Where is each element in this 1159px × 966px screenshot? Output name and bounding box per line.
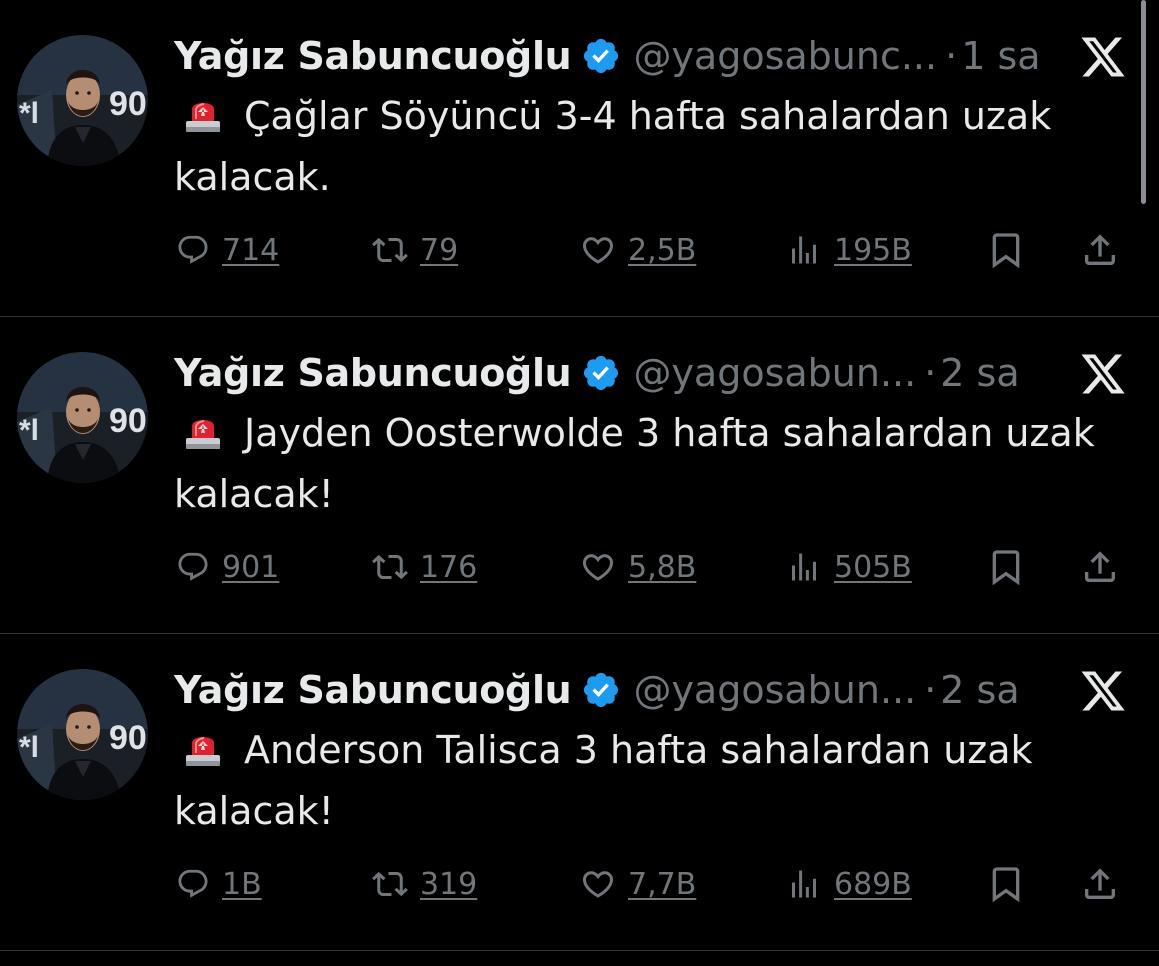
like-button[interactable]: 5,8B bbox=[580, 539, 696, 595]
avatar-image bbox=[17, 352, 148, 483]
avatar-image bbox=[17, 669, 148, 800]
verified-badge-icon bbox=[581, 353, 621, 393]
retweet-button[interactable]: 319 bbox=[372, 856, 477, 912]
reply-count: 714 bbox=[222, 232, 280, 268]
tweet-time[interactable]: 2 sa bbox=[940, 668, 1019, 712]
retweet-count: 319 bbox=[420, 866, 478, 902]
avatar[interactable] bbox=[17, 35, 148, 166]
bookmark-button[interactable] bbox=[986, 856, 1026, 912]
tweet[interactable]: Yağız Sabuncuoğlu @yagosabunc... · 1 sa … bbox=[0, 0, 1159, 317]
views-bar-chart-icon bbox=[786, 549, 822, 585]
tweet[interactable]: Yağız Sabuncuoğlu @yagosabun... · 2 sa A… bbox=[0, 634, 1159, 951]
author-handle[interactable]: @yagosabun... bbox=[633, 351, 916, 395]
tweet-actions: 901 176 5,8B 505B bbox=[174, 539, 1134, 595]
retweet-button[interactable]: 79 bbox=[372, 222, 458, 278]
tweet-header: Yağız Sabuncuoğlu @yagosabunc... · 1 sa bbox=[174, 30, 1074, 82]
avatar[interactable] bbox=[17, 352, 148, 483]
tweet-actions: 1B 319 7,7B 689B bbox=[174, 856, 1134, 912]
share-button[interactable] bbox=[1080, 539, 1120, 595]
bookmark-icon bbox=[986, 547, 1026, 587]
tweet-text-block: Çağlar Söyüncü 3-4 hafta sahalardan uzak… bbox=[174, 86, 1134, 208]
avatar-image bbox=[17, 35, 148, 166]
verified-badge-icon bbox=[581, 670, 621, 710]
views-bar-chart-icon bbox=[786, 232, 822, 268]
retweet-count: 79 bbox=[420, 232, 459, 268]
retweet-icon bbox=[372, 866, 408, 902]
author-name[interactable]: Yağız Sabuncuoğlu bbox=[174, 351, 572, 395]
author-handle[interactable]: @yagosabun... bbox=[633, 668, 916, 712]
reply-icon bbox=[176, 233, 210, 267]
views-button[interactable]: 505B bbox=[786, 539, 912, 595]
tweet-text-block: Jayden Oosterwolde 3 hafta sahalardan uz… bbox=[174, 403, 1134, 525]
separator-dot: · bbox=[945, 34, 958, 78]
bookmark-button[interactable] bbox=[986, 539, 1026, 595]
heart-icon bbox=[580, 866, 616, 902]
like-button[interactable]: 7,7B bbox=[580, 856, 696, 912]
retweet-icon bbox=[372, 549, 408, 585]
share-icon bbox=[1080, 547, 1120, 587]
bookmark-icon bbox=[986, 230, 1026, 270]
retweet-icon bbox=[372, 232, 408, 268]
tweet-actions: 714 79 2,5B 195B bbox=[174, 222, 1134, 278]
tweet-header: Yağız Sabuncuoğlu @yagosabun... · 2 sa bbox=[174, 347, 1074, 399]
police-car-light-emoji bbox=[184, 91, 222, 135]
bookmark-button[interactable] bbox=[986, 222, 1026, 278]
tweet-text: Çağlar Söyüncü 3-4 hafta sahalardan uzak… bbox=[174, 94, 1052, 199]
verified-badge-icon bbox=[581, 36, 621, 76]
tweet-text: Anderson Talisca 3 hafta sahalardan uzak… bbox=[174, 728, 1033, 833]
views-button[interactable]: 689B bbox=[786, 856, 912, 912]
view-count: 505B bbox=[834, 549, 912, 585]
tweet[interactable]: Yağız Sabuncuoğlu @yagosabun... · 2 sa J… bbox=[0, 317, 1159, 634]
separator-dot: · bbox=[924, 668, 937, 712]
retweet-button[interactable]: 176 bbox=[372, 539, 477, 595]
x-logo-icon bbox=[1079, 350, 1127, 398]
scrollbar[interactable] bbox=[1141, 0, 1146, 204]
tweet-text-block: Anderson Talisca 3 hafta sahalardan uzak… bbox=[174, 720, 1134, 842]
like-count: 7,7B bbox=[628, 866, 697, 902]
share-button[interactable] bbox=[1080, 856, 1120, 912]
separator-dot: · bbox=[924, 351, 937, 395]
x-logo-icon bbox=[1079, 33, 1127, 81]
heart-icon bbox=[580, 232, 616, 268]
like-count: 2,5B bbox=[628, 232, 697, 268]
reply-button[interactable]: 901 bbox=[176, 539, 279, 595]
views-bar-chart-icon bbox=[786, 866, 822, 902]
reply-count: 1B bbox=[222, 866, 262, 902]
bookmark-icon bbox=[986, 864, 1026, 904]
share-button[interactable] bbox=[1080, 222, 1120, 278]
views-button[interactable]: 195B bbox=[786, 222, 912, 278]
author-handle[interactable]: @yagosabunc... bbox=[633, 34, 937, 78]
share-icon bbox=[1080, 864, 1120, 904]
tweet-time[interactable]: 1 sa bbox=[961, 34, 1040, 78]
x-logo-icon bbox=[1079, 667, 1127, 715]
heart-icon bbox=[580, 549, 616, 585]
avatar[interactable] bbox=[17, 669, 148, 800]
share-icon bbox=[1080, 230, 1120, 270]
police-car-light-emoji bbox=[184, 408, 222, 452]
view-count: 689B bbox=[834, 866, 912, 902]
reply-count: 901 bbox=[222, 549, 280, 585]
tweet-time[interactable]: 2 sa bbox=[940, 351, 1019, 395]
police-car-light-emoji bbox=[184, 725, 222, 769]
tweet-text: Jayden Oosterwolde 3 hafta sahalardan uz… bbox=[174, 411, 1095, 516]
author-name[interactable]: Yağız Sabuncuoğlu bbox=[174, 668, 572, 712]
tweet-header: Yağız Sabuncuoğlu @yagosabun... · 2 sa bbox=[174, 664, 1074, 716]
timeline-feed: Yağız Sabuncuoğlu @yagosabunc... · 1 sa … bbox=[0, 0, 1159, 966]
reply-icon bbox=[176, 550, 210, 584]
view-count: 195B bbox=[834, 232, 912, 268]
like-count: 5,8B bbox=[628, 549, 697, 585]
reply-button[interactable]: 714 bbox=[176, 222, 279, 278]
like-button[interactable]: 2,5B bbox=[580, 222, 696, 278]
reply-button[interactable]: 1B bbox=[176, 856, 262, 912]
retweet-count: 176 bbox=[420, 549, 478, 585]
reply-icon bbox=[176, 867, 210, 901]
author-name[interactable]: Yağız Sabuncuoğlu bbox=[174, 34, 572, 78]
